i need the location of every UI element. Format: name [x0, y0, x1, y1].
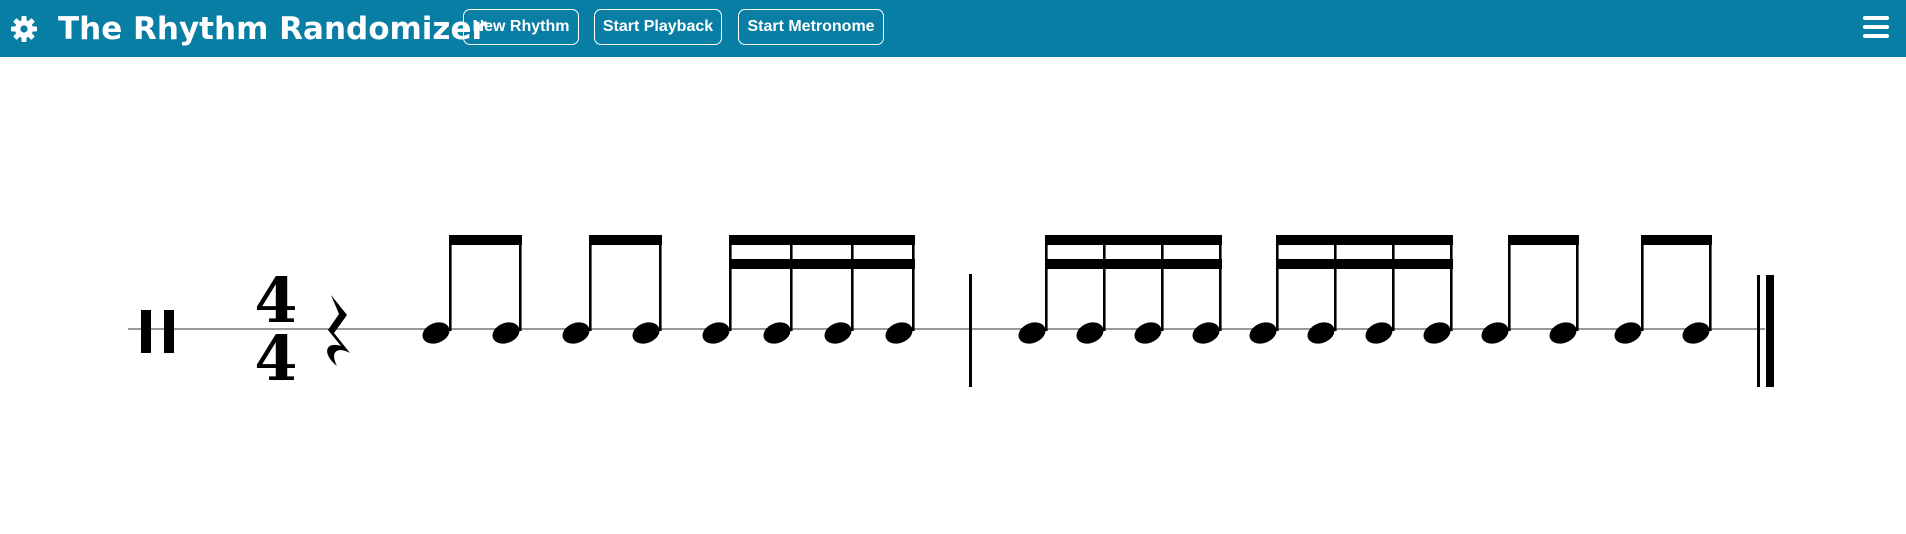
- note-head: [1682, 322, 1710, 344]
- menu-line: [1863, 16, 1889, 20]
- app-title: The Rhythm Randomizer: [58, 11, 487, 47]
- beam: [729, 259, 915, 269]
- note-stem: [1508, 235, 1511, 331]
- note-stem: [1709, 235, 1712, 331]
- beam: [589, 235, 662, 245]
- note-head: [824, 322, 852, 344]
- note-stem: [1045, 235, 1048, 331]
- note-stem: [729, 235, 732, 331]
- note-head: [1018, 322, 1046, 344]
- note-head: [1076, 322, 1104, 344]
- note-stem: [1641, 235, 1644, 331]
- final-barline: [1757, 275, 1774, 387]
- note-stem: [1392, 235, 1395, 331]
- gear-icon[interactable]: [10, 15, 38, 43]
- barline: [969, 274, 972, 387]
- beamed-group-eighths: [422, 235, 522, 344]
- beamed-group-sixteenths: [702, 235, 915, 344]
- beam: [449, 235, 522, 245]
- note-stem: [1576, 235, 1579, 331]
- rhythm-score: 4 4: [128, 235, 1774, 395]
- time-signature-denominator: 4: [254, 322, 297, 395]
- top-navigation-bar: The Rhythm Randomizer New Rhythm Start P…: [0, 0, 1906, 57]
- beam: [1045, 235, 1222, 245]
- note-head: [1481, 322, 1509, 344]
- start-metronome-button[interactable]: Start Metronome: [738, 9, 884, 45]
- note-head: [1549, 322, 1577, 344]
- quarter-rest: [327, 295, 350, 366]
- note-head: [1249, 322, 1277, 344]
- note-head: [1134, 322, 1162, 344]
- menu-line: [1863, 25, 1889, 29]
- note-stem: [1334, 235, 1337, 331]
- note-head: [885, 322, 913, 344]
- hamburger-menu-icon[interactable]: [1863, 16, 1889, 38]
- note-stem: [851, 235, 854, 331]
- note-stem: [1219, 235, 1222, 331]
- note-head: [1614, 322, 1642, 344]
- note-head: [1365, 322, 1393, 344]
- note-head: [492, 322, 520, 344]
- note-stem: [912, 235, 915, 331]
- percussion-clef: [141, 310, 174, 353]
- note-head: [1307, 322, 1335, 344]
- note-head: [1192, 322, 1220, 344]
- note-head: [1423, 322, 1451, 344]
- note-stem: [589, 235, 592, 331]
- note-head: [562, 322, 590, 344]
- start-playback-button[interactable]: Start Playback: [594, 9, 722, 45]
- beamed-group-eighths: [1614, 235, 1712, 344]
- beam: [1641, 235, 1712, 245]
- note-head: [763, 322, 791, 344]
- note-stem: [449, 235, 452, 331]
- note-stem: [790, 235, 793, 331]
- menu-line: [1863, 34, 1889, 38]
- beam: [729, 235, 915, 245]
- beam: [1276, 259, 1453, 269]
- notation-area: 4 4: [0, 57, 1906, 534]
- note-stem: [1103, 235, 1106, 331]
- note-head: [632, 322, 660, 344]
- note-stem: [1161, 235, 1164, 331]
- beamed-group-sixteenths: [1018, 235, 1222, 344]
- note-head: [702, 322, 730, 344]
- beam: [1276, 235, 1453, 245]
- note-head: [422, 322, 450, 344]
- new-rhythm-button[interactable]: New Rhythm: [463, 9, 579, 45]
- beam: [1508, 235, 1579, 245]
- beamed-group-eighths: [1481, 235, 1579, 344]
- beamed-group-sixteenths: [1249, 235, 1453, 344]
- note-stem: [1276, 235, 1279, 331]
- beamed-group-eighths: [562, 235, 662, 344]
- note-stem: [659, 235, 662, 331]
- note-stem: [1450, 235, 1453, 331]
- beam: [1045, 259, 1222, 269]
- note-stem: [519, 235, 522, 331]
